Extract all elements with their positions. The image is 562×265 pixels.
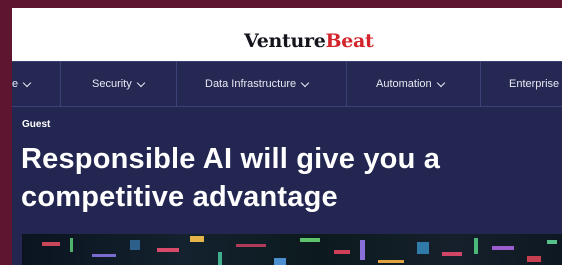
nav-item-data-infrastructure[interactable]: Data Infrastructure — [205, 62, 310, 106]
nav-divider — [480, 62, 481, 106]
chevron-down-icon — [436, 78, 445, 87]
chevron-down-icon — [22, 78, 32, 87]
article-category-tag[interactable]: Guest — [22, 119, 50, 130]
logo-part-venture: Venture — [244, 30, 326, 52]
logo-part-beat: Beat — [325, 30, 374, 52]
website-viewport: VentureBeat e Security Data Infrastructu… — [12, 8, 562, 265]
chevron-down-icon — [136, 78, 145, 87]
category-nav: e Security Data Infrastructure Automatio… — [12, 61, 562, 107]
nav-item-label: Enterprise — [509, 78, 560, 90]
nav-item-label: Security — [92, 78, 132, 90]
nav-divider — [346, 62, 347, 106]
nav-item-label: e — [12, 78, 19, 90]
nav-item-label: Automation — [376, 78, 432, 90]
nav-divider — [60, 62, 61, 106]
chevron-down-icon — [300, 78, 310, 87]
nav-divider — [176, 62, 177, 106]
article-headline: Responsible AI will give you a competiti… — [21, 143, 441, 213]
nav-item-label: Data Infrastructure — [205, 78, 297, 90]
hero-image — [22, 234, 562, 265]
site-header: VentureBeat — [12, 8, 562, 61]
nav-item-partial[interactable]: e — [12, 62, 32, 106]
venturebeat-logo[interactable]: VentureBeat — [244, 30, 374, 52]
nav-item-enterprise[interactable]: Enterprise — [509, 62, 559, 106]
nav-item-automation[interactable]: Automation — [376, 62, 445, 106]
nav-item-security[interactable]: Security — [92, 62, 145, 106]
